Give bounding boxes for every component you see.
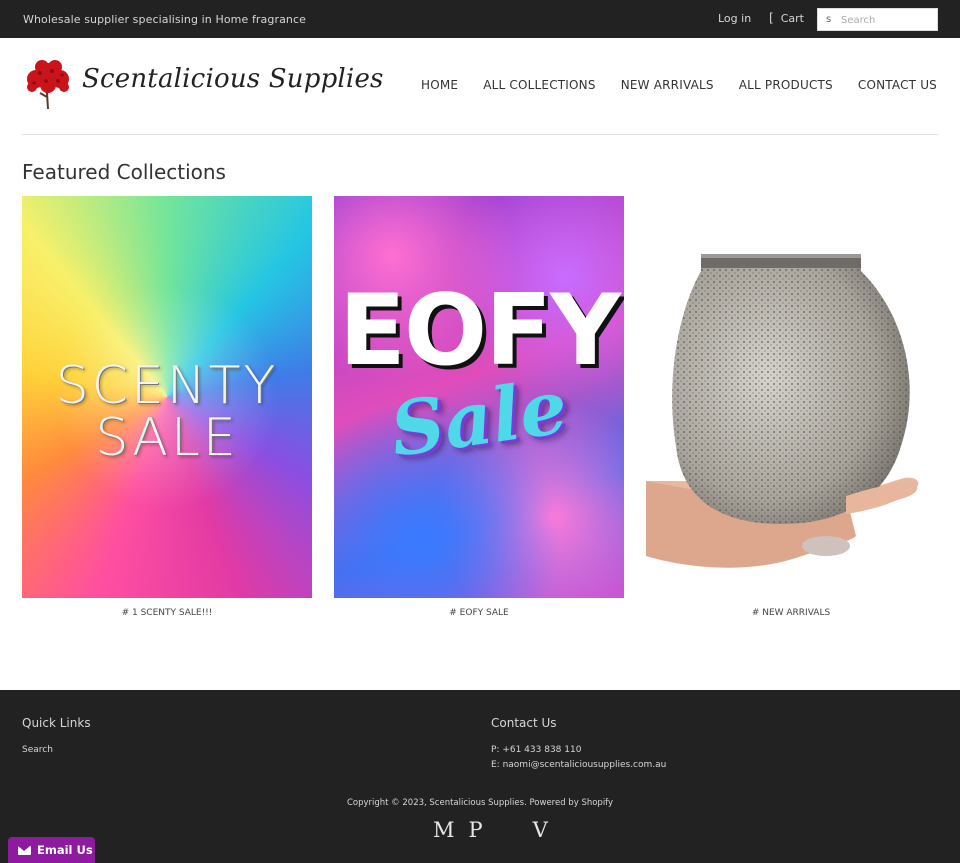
cart-icon: [ — [769, 11, 774, 25]
logo-text: Scentalicious Supplies — [82, 64, 384, 94]
top-bar: Wholesale supplier specialising in Home … — [0, 0, 960, 38]
wax-warmer-photo — [646, 254, 919, 568]
paypal-icon: P — [468, 818, 483, 842]
site-footer: Quick Links Search Contact Us P: +61 433… — [0, 690, 960, 863]
copyright: Copyright © 2023, Scentalicious Supplies… — [346, 798, 614, 808]
search-icon[interactable]: s — [826, 14, 831, 25]
nav-home[interactable]: HOME — [421, 78, 458, 92]
collection-image-text: SCENTY — [55, 356, 279, 416]
contact-phone: P: +61 433 838 110 — [491, 745, 582, 755]
collection-caption[interactable]: # NEW ARRIVALS — [646, 608, 936, 618]
login-link[interactable]: Log in — [718, 12, 751, 25]
collection-caption[interactable]: # 1 SCENTY SALE!!! — [22, 608, 312, 618]
collection-image[interactable]: SCENTY SALE — [22, 196, 312, 598]
email-us-label: Email Us — [37, 843, 93, 857]
collection-card-eofy-sale[interactable]: EOFY Sale # EOFY SALE — [334, 196, 624, 618]
site-logo[interactable]: Scentalicious Supplies — [22, 57, 383, 111]
nav-new-arrivals[interactable]: NEW ARRIVALS — [621, 78, 714, 92]
collection-card-new-arrivals[interactable]: # NEW ARRIVALS — [646, 196, 936, 618]
mastercard-icon: M — [433, 818, 455, 842]
contact-title: Contact Us — [491, 716, 557, 730]
quick-links-title: Quick Links — [22, 716, 91, 730]
collection-image[interactable] — [646, 196, 936, 598]
search-box[interactable]: s — [817, 8, 938, 31]
search-input[interactable] — [841, 12, 935, 28]
tagline: Wholesale supplier specialising in Home … — [23, 13, 307, 26]
section-title: Featured Collections — [22, 160, 226, 184]
tree-logo-icon — [27, 60, 69, 110]
collection-card-scenty-sale[interactable]: SCENTY SALE # 1 SCENTY SALE!!! — [22, 196, 312, 618]
cart-link[interactable]: [ Cart — [769, 12, 804, 25]
contact-email: E: naomi@scentaliciousupplies.com.au — [491, 760, 667, 770]
cart-label: Cart — [780, 12, 804, 25]
payment-icons: M P V — [433, 818, 548, 842]
main-nav: HOME ALL COLLECTIONS NEW ARRIVALS ALL PR… — [421, 78, 937, 92]
email-us-button[interactable]: Email Us — [8, 837, 95, 863]
nav-all-collections[interactable]: ALL COLLECTIONS — [483, 78, 595, 92]
collection-caption[interactable]: # EOFY SALE — [334, 608, 624, 618]
nav-all-products[interactable]: ALL PRODUCTS — [739, 78, 833, 92]
collection-image-text: SALE — [95, 408, 239, 468]
footer-search-link[interactable]: Search — [22, 745, 53, 755]
envelope-icon — [18, 845, 31, 855]
header-divider — [22, 134, 938, 135]
collection-image[interactable]: EOFY Sale — [334, 196, 624, 598]
nav-contact-us[interactable]: CONTACT US — [858, 78, 937, 92]
visa-icon: V — [532, 818, 548, 842]
